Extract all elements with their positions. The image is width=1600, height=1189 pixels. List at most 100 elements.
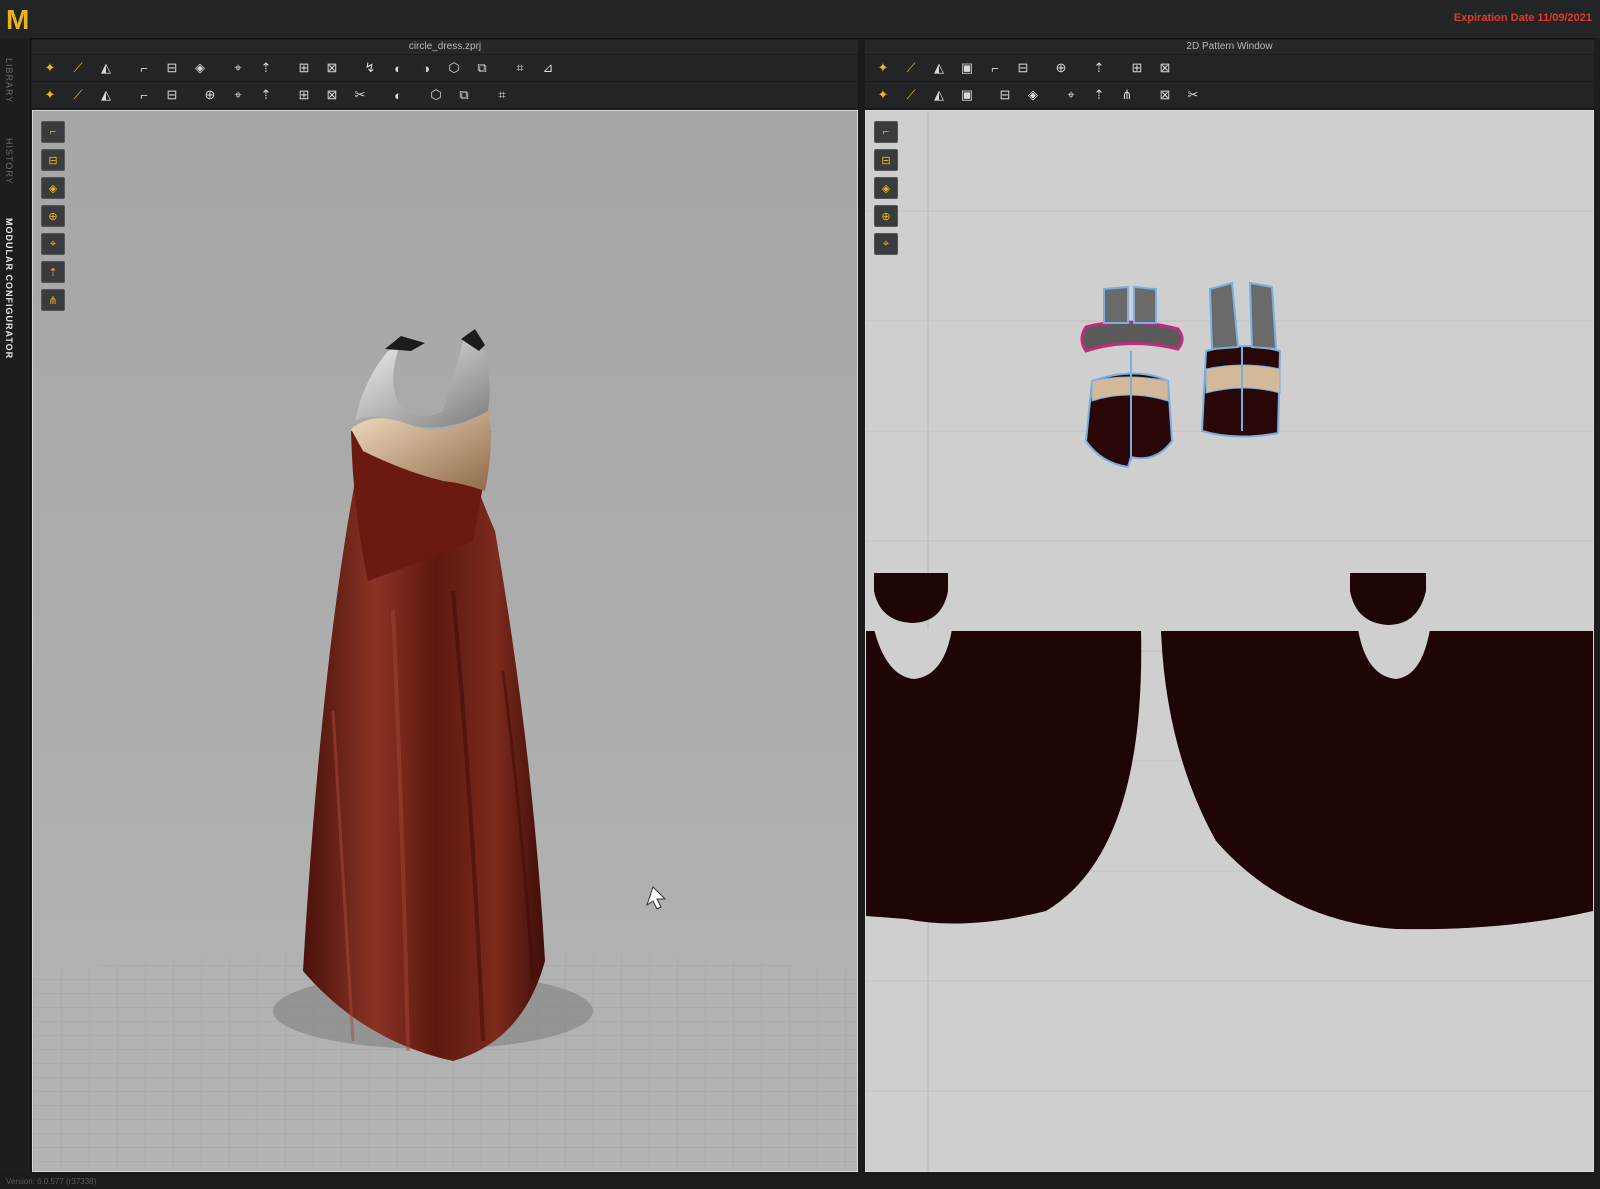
right-scroll-strip[interactable] [1594, 38, 1600, 1178]
display-a-icon[interactable]: ⊟ [41, 149, 65, 171]
edit-point-icon[interactable]: ◭ [94, 58, 118, 78]
select-mesh-icon[interactable]: ⌐ [132, 58, 156, 78]
dash-icon[interactable]: ✂ [1181, 85, 1205, 105]
grid-2-icon[interactable]: ⊠ [1153, 58, 1177, 78]
info-icon[interactable]: ◈ [874, 177, 898, 199]
garment-icon[interactable]: ◐ [386, 58, 410, 78]
tack-icon[interactable]: ⌐ [132, 85, 156, 105]
board-b-icon[interactable]: ⧉ [452, 85, 476, 105]
toolbar-separator [480, 85, 486, 105]
toolbar-separator [122, 58, 128, 78]
trim-b-icon[interactable]: ⟋ [899, 85, 923, 105]
shirt-icon[interactable]: ◑ [414, 58, 438, 78]
pleat-a-icon[interactable]: ⌖ [1059, 85, 1083, 105]
viewport-3d[interactable]: ⌐ ⊟ ◈ ⊕ ⌖ ⇡ ⋔ [32, 110, 858, 1172]
toolbar-separator [1077, 58, 1083, 78]
pin-f-icon[interactable]: ⇡ [254, 85, 278, 105]
toolbar-separator [1115, 58, 1121, 78]
display-f-icon[interactable]: ⋔ [41, 289, 65, 311]
toolbar-separator [1143, 85, 1149, 105]
board-a-icon[interactable]: ⬡ [424, 85, 448, 105]
sew-icon[interactable]: ◐ [386, 85, 410, 105]
arrow-up-icon[interactable]: ⬡ [442, 58, 466, 78]
ghost-icon[interactable]: ⌖ [874, 233, 898, 255]
copy-icon[interactable]: ⊟ [1011, 58, 1035, 78]
toolbar-3d-row2: ✦ ⟋ ◭ ⌐ ⊟ ⊕ ⌖ ⇡ ⊞ ⊠ ✂ ◐ ⬡ ⧉ ⌗ [32, 82, 858, 108]
display-e-icon[interactable]: ⇡ [41, 261, 65, 283]
grid-2-icon[interactable]: ⊿ [536, 58, 560, 78]
axis-icon[interactable]: ⌗ [490, 85, 514, 105]
toolbar-3d-row1: ✦ ⟋ ◭ ⌐ ⊟ ◈ ⌖ ⇡ ⊞ ⊠ ↯ ◐ ◑ ⬡ ⧉ ⌗ ⊿ [32, 55, 858, 81]
pleat-b-icon[interactable]: ⇡ [1087, 85, 1111, 105]
toolbar-separator [188, 85, 194, 105]
svg-text:M: M [6, 4, 29, 35]
trim-a-icon[interactable]: ✦ [871, 85, 895, 105]
pin-icon[interactable]: ⌖ [226, 58, 250, 78]
toolbar-separator [122, 85, 128, 105]
toolbar-separator [1049, 85, 1055, 105]
expiration-date: Expiration Date 11/09/2021 [1453, 12, 1592, 24]
pattern-canvas [866, 111, 1593, 1171]
pin-d-icon[interactable]: ⊕ [198, 85, 222, 105]
toolbar-separator [414, 85, 420, 105]
viewport-2d-tools: ⌐ ⊟ ◈ ⊕ ⌖ [874, 121, 898, 255]
display-b-icon[interactable]: ◈ [41, 177, 65, 199]
texture-icon[interactable]: ⊕ [874, 205, 898, 227]
toolbar-separator [282, 58, 288, 78]
pin-x-icon[interactable]: ◭ [94, 85, 118, 105]
toolbar-separator [1039, 58, 1045, 78]
shirt-2d-icon[interactable]: ⊟ [874, 149, 898, 171]
transform-icon[interactable]: ✦ [871, 58, 895, 78]
tab-history[interactable]: HISTORY [4, 138, 14, 185]
trim-c-icon[interactable]: ◭ [927, 85, 951, 105]
toolbar-2d-row2: ✦ ⟋ ◭ ▣ ⊟ ◈ ⌖ ⇡ ⋔ ⊠ ✂ [865, 82, 1594, 108]
display-d-icon[interactable]: ⌖ [41, 233, 65, 255]
rect-icon[interactable]: ◭ [927, 58, 951, 78]
scissor-icon[interactable]: ⊟ [160, 85, 184, 105]
trim-d-icon[interactable]: ▣ [955, 85, 979, 105]
circle-icon[interactable]: ▣ [955, 58, 979, 78]
pen-icon[interactable]: ⌐ [874, 121, 898, 143]
toolbar-separator [498, 58, 504, 78]
notch-icon[interactable]: ⊟ [993, 85, 1017, 105]
circle-a-icon[interactable]: ⊞ [292, 85, 316, 105]
avatar-fit-icon[interactable]: ↯ [358, 58, 382, 78]
tab-library[interactable]: LIBRARY [4, 58, 14, 103]
fold-2-icon[interactable]: ◈ [188, 58, 212, 78]
pleat-c-icon[interactable]: ⋔ [1115, 85, 1139, 105]
grid-icon[interactable]: ⌗ [508, 58, 532, 78]
needle-icon[interactable]: ⟋ [66, 85, 90, 105]
toolbar-separator [216, 58, 222, 78]
pin-e-icon[interactable]: ⌖ [226, 85, 250, 105]
split-icon[interactable]: ⟋ [66, 58, 90, 78]
toolbar-2d-row1: ✦ ⟋ ◭ ▣ ⌐ ⊟ ⊕ ⇡ ⊞ ⊠ [865, 55, 1594, 81]
title-bar: M Expiration Date 11/09/2021 [0, 0, 1600, 39]
panel-2d-title: 2D Pattern Window [865, 40, 1594, 54]
bind-icon[interactable]: ⊠ [320, 58, 344, 78]
measure-icon[interactable]: ⊞ [292, 58, 316, 78]
panel-3d-title: circle_dress.zprj [32, 40, 858, 54]
viewport-2d[interactable]: ⌐ ⊟ ◈ ⊕ ⌖ [865, 110, 1594, 1172]
curve-icon[interactable]: ⟋ [899, 58, 923, 78]
walk-icon[interactable]: ✦ [38, 85, 62, 105]
move-icon[interactable]: ⇡ [254, 58, 278, 78]
box-icon[interactable]: ⌐ [983, 58, 1007, 78]
fold-icon[interactable]: ⊟ [160, 58, 184, 78]
grid-icon[interactable]: ⊞ [1125, 58, 1149, 78]
fold-pattern-icon[interactable]: ◈ [1021, 85, 1045, 105]
toolbar-separator [282, 85, 288, 105]
stripes-icon[interactable]: ⊕ [1049, 58, 1073, 78]
app-logo-icon[interactable]: M [4, 3, 40, 35]
left-sidebar: LIBRARY HISTORY MODULAR CONFIGURATOR [0, 38, 31, 1178]
display-c-icon[interactable]: ⊕ [41, 205, 65, 227]
circle-b-icon[interactable]: ⊠ [320, 85, 344, 105]
circle-c-icon[interactable]: ✂ [348, 85, 372, 105]
tab-modular-configurator[interactable]: MODULAR CONFIGURATOR [4, 218, 14, 359]
avatar-icon[interactable]: ⌐ [41, 121, 65, 143]
arrow-up-2-icon[interactable]: ⧉ [470, 58, 494, 78]
figure-icon[interactable]: ⇡ [1087, 58, 1111, 78]
drop-arrow-icon[interactable]: ✦ [38, 58, 62, 78]
line-icon[interactable]: ⊠ [1153, 85, 1177, 105]
toolbar-separator [983, 85, 989, 105]
toolbar-separator [348, 58, 354, 78]
